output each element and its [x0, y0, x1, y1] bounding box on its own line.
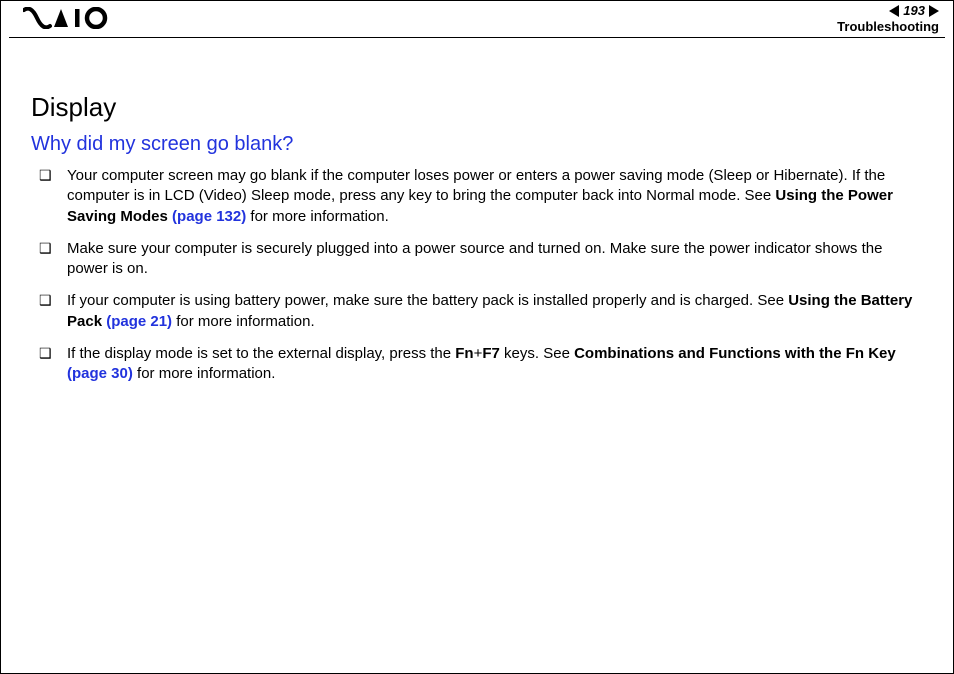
list-item: Make sure your computer is securely plug… [39, 239, 923, 280]
page-title: Display [31, 92, 923, 123]
bullet-list: Your computer screen may go blank if the… [39, 166, 923, 384]
list-item: If the display mode is set to the extern… [39, 344, 923, 385]
text: If your computer is using battery power,… [67, 292, 788, 309]
text: Make sure your computer is securely plug… [67, 240, 882, 277]
text: If the display mode is set to the extern… [67, 345, 455, 362]
text: for more information. [246, 208, 389, 225]
text: Your computer screen may go blank if the… [67, 167, 885, 204]
text: for more information. [172, 313, 315, 330]
page-link[interactable]: (page 21) [106, 313, 172, 330]
header-nav: 193 Troubleshooting [837, 3, 939, 34]
page-link[interactable]: (page 132) [172, 208, 246, 225]
page-content: Display Why did my screen go blank? Your… [1, 38, 953, 384]
text: for more information. [133, 365, 276, 382]
bold-text: Fn [455, 345, 473, 362]
list-item: If your computer is using battery power,… [39, 291, 923, 332]
list-item: Your computer screen may go blank if the… [39, 166, 923, 227]
page-header: 193 Troubleshooting [9, 1, 945, 38]
next-page-icon[interactable] [929, 5, 939, 17]
bold-text: Combinations and Functions with the Fn K… [574, 345, 896, 362]
prev-page-icon[interactable] [889, 5, 899, 17]
page-link[interactable]: (page 30) [67, 365, 133, 382]
section-label: Troubleshooting [837, 19, 939, 34]
text: keys. See [500, 345, 574, 362]
page-number: 193 [901, 3, 927, 18]
vaio-logo [23, 7, 111, 29]
question-heading: Why did my screen go blank? [31, 133, 923, 156]
bold-text: F7 [482, 345, 500, 362]
